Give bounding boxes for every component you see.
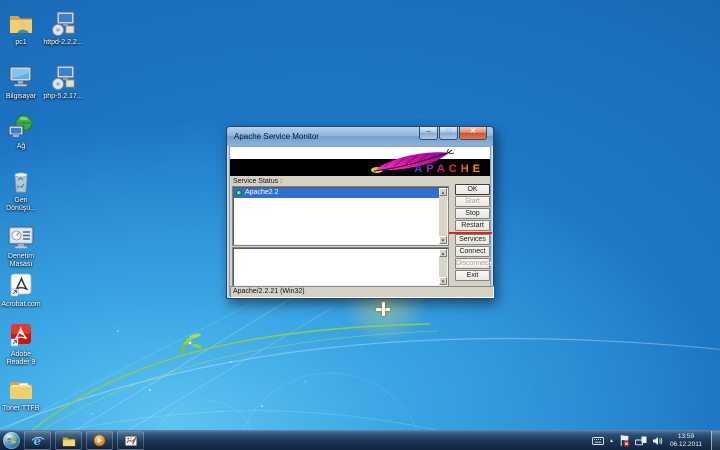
desktop-icon-label: Geri Dönüşü... <box>0 197 42 213</box>
desktop-icon-computer[interactable]: Bilgisayar <box>0 62 42 101</box>
window-client-area: APACHE Service Status : Apache2.2 ▲ ▼ ▲ … <box>229 146 491 296</box>
scroll-down-arrow[interactable]: ▼ <box>439 236 447 244</box>
network-status-icon[interactable] <box>635 436 647 446</box>
installer-package-icon <box>48 8 78 38</box>
desktop-icon-label: Adobe Reader 9 <box>0 351 42 367</box>
connect-button[interactable]: Connect <box>455 246 490 257</box>
service-status-list[interactable]: Apache2.2 ▲ ▼ <box>232 186 449 246</box>
keyboard-language-icon[interactable] <box>592 437 604 445</box>
recycle-bin-icon <box>6 166 36 196</box>
window-titlebar[interactable]: Apache Service Monitor – □ ✕ <box>227 127 493 146</box>
desktop-icon-php-installer[interactable]: php-5.2.17... <box>42 62 84 101</box>
acrobat-com-icon <box>6 270 36 300</box>
window-status-bar: Apache/2.2.21 (Win32) <box>230 286 494 298</box>
desktop: pc1 httpd-2.2.2... Bilgisayar <box>0 0 720 450</box>
system-tray: ▲ <box>592 431 720 450</box>
window-caption-buttons: – □ ✕ <box>418 127 487 140</box>
adobe-reader-icon <box>6 320 36 350</box>
show-hidden-icons-icon[interactable]: ▲ <box>609 438 614 444</box>
wallpaper-leaf-sprig <box>179 333 202 355</box>
start-button[interactable]: Start <box>455 196 490 207</box>
desktop-icon-pc1[interactable]: pc1 <box>0 8 42 47</box>
desktop-icon-label: Bilgisayar <box>0 93 42 101</box>
desktop-icon-toner-folder[interactable]: Toner TTFB <box>0 374 42 413</box>
action-center-flag-alert-icon[interactable] <box>619 434 630 447</box>
service-row-apache22[interactable]: Apache2.2 <box>234 188 439 198</box>
desktop-icon-adobe-reader[interactable]: Adobe Reader 9 <box>0 320 42 367</box>
folder-icon <box>6 374 36 404</box>
desktop-icon-label: Toner TTFB <box>0 405 42 413</box>
taskbar-media-player[interactable] <box>86 431 113 450</box>
desktop-icon-label: pc1 <box>0 39 42 47</box>
computer-icon <box>6 62 36 92</box>
service-name: Apache2.2 <box>245 188 278 198</box>
maximize-button[interactable]: □ <box>439 127 458 140</box>
control-panel-icon <box>6 222 36 252</box>
mouse-cursor-crosshair <box>376 302 390 316</box>
windows-explorer-icon <box>62 435 76 447</box>
taskbar-internet-explorer[interactable]: e <box>24 431 51 450</box>
internet-explorer-icon: e <box>31 434 45 448</box>
network-places-icon <box>6 112 36 142</box>
taskbar-paint[interactable] <box>117 431 144 450</box>
show-desktop-button[interactable] <box>711 431 720 450</box>
close-button[interactable]: ✕ <box>459 127 487 140</box>
list-scrollbar[interactable]: ▲ ▼ <box>439 249 447 285</box>
window-title: Apache Service Monitor <box>234 132 319 141</box>
desktop-icon-acrobat-com[interactable]: Acrobat.com <box>0 270 42 309</box>
clock-time: 13:59 <box>670 433 702 441</box>
scroll-down-arrow[interactable]: ▼ <box>439 277 447 285</box>
ok-button[interactable]: OK <box>455 184 490 195</box>
svg-text:e: e <box>33 434 41 448</box>
service-running-icon <box>236 190 242 196</box>
desktop-icon-label: Ağ <box>0 143 42 151</box>
installer-package-icon <box>48 62 78 92</box>
exit-button[interactable]: Exit <box>455 270 490 281</box>
desktop-icon-recycle-bin[interactable]: Geri Dönüşü... <box>0 166 42 213</box>
start-orb-icon <box>7 436 16 445</box>
disconnect-button[interactable]: Disconnect <box>455 258 490 269</box>
start-button[interactable] <box>3 432 20 449</box>
log-output-list[interactable]: ▲ ▼ <box>232 247 449 287</box>
apache-banner-text: APACHE <box>414 163 484 175</box>
desktop-icon-label: httpd-2.2.2... <box>42 39 84 47</box>
desktop-icon-control-panel[interactable]: Denetim Masası <box>0 222 42 269</box>
clock-date: 06.12.2011 <box>670 441 702 449</box>
taskbar-clock[interactable]: 13:59 06.12.2011 <box>668 433 704 448</box>
services-button[interactable]: Services <box>455 234 490 245</box>
taskbar-windows-explorer[interactable] <box>55 431 82 450</box>
minimize-button[interactable]: – <box>419 127 438 140</box>
shared-folder-icon <box>6 8 36 38</box>
list-scrollbar[interactable]: ▲ ▼ <box>439 188 447 244</box>
windows-media-player-icon <box>93 434 106 447</box>
scroll-up-arrow[interactable]: ▲ <box>439 249 447 257</box>
restart-button[interactable]: Restart <box>455 220 490 231</box>
desktop-icon-label: php-5.2.17... <box>42 93 84 101</box>
service-status-label: Service Status : <box>233 178 282 185</box>
volume-icon[interactable] <box>652 436 663 446</box>
desktop-icon-httpd-installer[interactable]: httpd-2.2.2... <box>42 8 84 47</box>
desktop-icon-network[interactable]: Ağ <box>0 112 42 151</box>
banner-black-strip: APACHE <box>230 159 490 176</box>
scroll-up-arrow[interactable]: ▲ <box>439 188 447 196</box>
desktop-icon-label: Denetim Masası <box>0 253 42 269</box>
paint-icon <box>124 434 138 448</box>
stop-button[interactable]: Stop <box>455 208 490 219</box>
desktop-icon-label: Acrobat.com <box>0 301 42 309</box>
apache-service-monitor-window: Apache Service Monitor – □ ✕ <box>226 126 494 299</box>
taskbar: e <box>0 430 720 450</box>
